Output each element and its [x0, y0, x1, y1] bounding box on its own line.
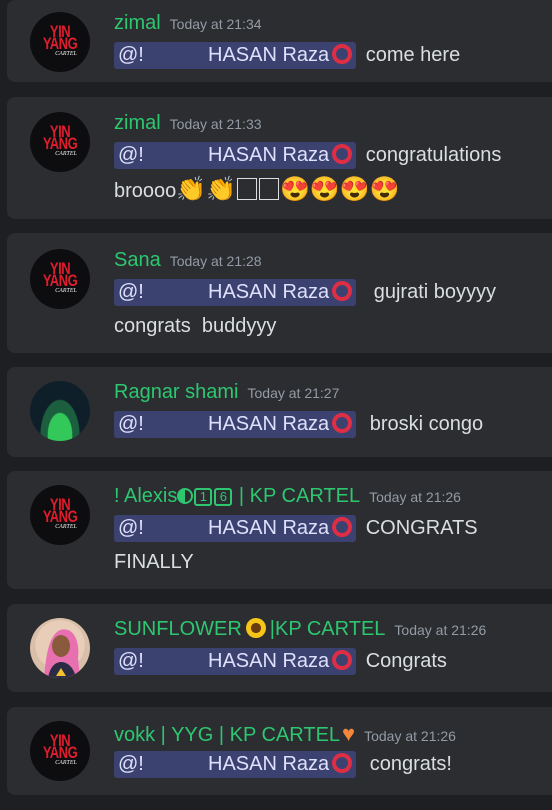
- message-card: YIN YANG CARTEL vokk | YYG | KP CARTEL♥ …: [7, 707, 552, 795]
- logo-text: YANG: [42, 134, 78, 153]
- message-card: Ragnar shami Today at 21:27 @! HASAN Raza…: [7, 367, 552, 457]
- red-circle-icon: [332, 413, 353, 434]
- logo-text: YANG: [42, 743, 78, 762]
- red-circle-icon: [332, 44, 353, 65]
- username[interactable]: vokk | YYG | KP CARTEL♥: [114, 721, 355, 747]
- message-text: broooo: [114, 180, 177, 202]
- message-text: gujrati boyyyy: [373, 281, 496, 303]
- message-card: YIN YANG CARTEL zimal Today at 21:34 @! H…: [7, 0, 552, 82]
- logo-text: YANG: [42, 507, 78, 526]
- avatar[interactable]: YIN YANG CARTEL: [30, 485, 90, 545]
- message-text: broski congo: [369, 413, 484, 435]
- orange-heart-icon: ♥: [342, 721, 356, 746]
- username[interactable]: Ragnar shami: [114, 381, 239, 404]
- user-mention[interactable]: @! HASAN Raza: [114, 751, 357, 779]
- yin-yang-icon: [177, 488, 194, 504]
- timestamp[interactable]: Today at 21:26: [394, 622, 486, 638]
- username[interactable]: zimal: [114, 12, 161, 35]
- red-circle-icon: [332, 281, 353, 302]
- user-mention[interactable]: @! HASAN Raza: [114, 515, 357, 543]
- message-text: congrats!: [369, 753, 452, 775]
- timestamp[interactable]: Today at 21:27: [248, 385, 340, 401]
- timestamp[interactable]: Today at 21:33: [170, 116, 262, 132]
- heart-eyes-icon: 😍😍😍😍: [280, 176, 400, 203]
- message-card: YIN YANG CARTEL ! Alexis 1 6 | KP CARTEL T…: [7, 471, 552, 589]
- timestamp[interactable]: Today at 21:28: [170, 253, 262, 269]
- username[interactable]: ! Alexis 1 6 | KP CARTEL: [114, 485, 360, 508]
- avatar[interactable]: YIN YANG CARTEL: [30, 721, 90, 781]
- avatar[interactable]: YIN YANG CARTEL: [30, 112, 90, 172]
- message-text: Congrats: [365, 650, 447, 672]
- message-text: come here: [365, 44, 461, 66]
- timestamp[interactable]: Today at 21:26: [369, 489, 461, 505]
- user-mention[interactable]: @! HASAN Raza: [114, 648, 357, 676]
- message-card: SUNFLOWER |KP CARTEL Today at 21:26 @! HAS…: [7, 604, 552, 692]
- message-card: YIN YANG CARTEL Sana Today at 21:28 @! HA…: [7, 233, 552, 353]
- username[interactable]: zimal: [114, 112, 161, 135]
- timestamp[interactable]: Today at 21:34: [170, 16, 262, 32]
- user-mention[interactable]: @! HASAN Raza: [114, 142, 357, 170]
- avatar[interactable]: [30, 381, 90, 441]
- keycap-icon: 6: [214, 488, 233, 506]
- unknown-glyph-icon: [259, 178, 280, 200]
- logo-text: YANG: [42, 271, 78, 290]
- user-mention[interactable]: @! HASAN Raza: [114, 411, 357, 439]
- keycap-icon: 1: [194, 488, 213, 506]
- message-text: congratulations: [365, 144, 502, 166]
- user-mention[interactable]: @! HASAN Raza: [114, 42, 357, 70]
- message-text: FINALLY: [114, 551, 194, 573]
- sunflower-icon: [245, 618, 266, 638]
- avatar[interactable]: YIN YANG CARTEL: [30, 249, 90, 309]
- logo-text: YANG: [42, 34, 78, 53]
- woman-portrait-icon: [44, 629, 80, 678]
- red-circle-icon: [332, 517, 353, 538]
- red-circle-icon: [332, 753, 353, 774]
- unknown-glyph-icon: [237, 178, 258, 200]
- clapping-hands-icon: 👏👏: [176, 176, 237, 203]
- message-text: CONGRATS: [365, 517, 478, 539]
- red-circle-icon: [332, 144, 353, 165]
- username[interactable]: Sana: [114, 249, 161, 272]
- message-text: congrats buddyyy: [114, 315, 277, 337]
- avatar[interactable]: [30, 618, 90, 678]
- red-circle-icon: [332, 650, 353, 671]
- message-card: YIN YANG CARTEL zimal Today at 21:33 @! H…: [7, 97, 552, 219]
- username[interactable]: SUNFLOWER |KP CARTEL: [114, 618, 385, 641]
- timestamp[interactable]: Today at 21:26: [364, 728, 456, 744]
- avatar[interactable]: YIN YANG CARTEL: [30, 12, 90, 72]
- user-mention[interactable]: @! HASAN Raza: [114, 279, 357, 307]
